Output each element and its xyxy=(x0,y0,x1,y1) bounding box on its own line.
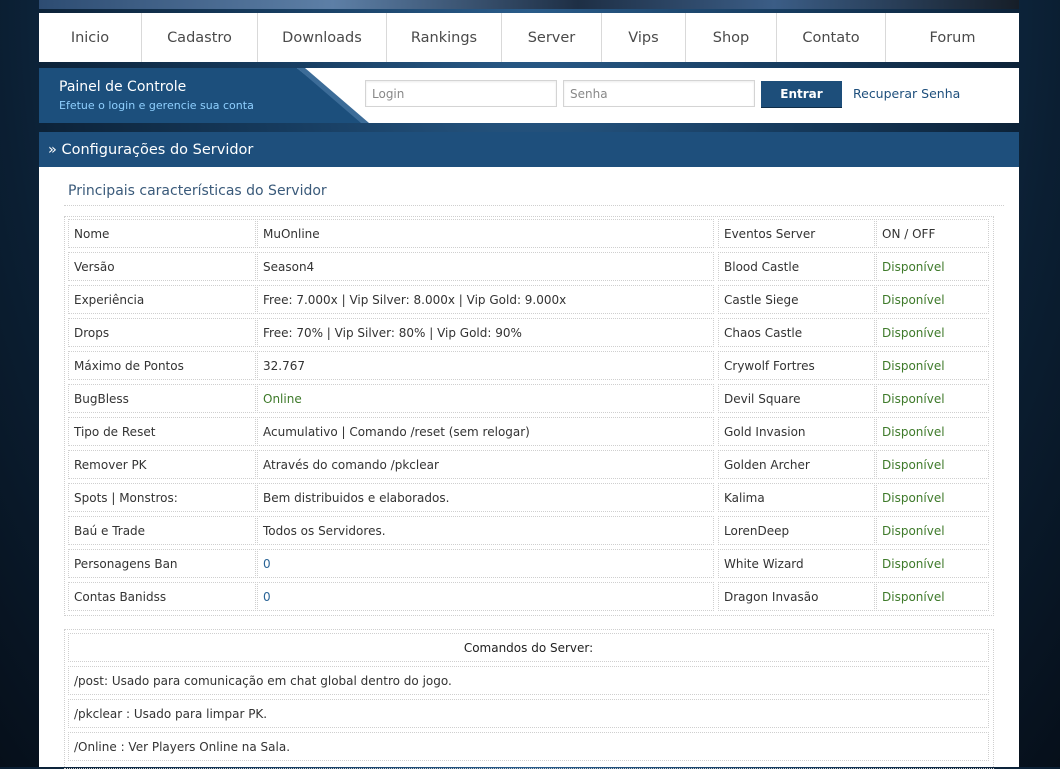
content-area: Principais características do Servidor N… xyxy=(39,167,1019,769)
event-status: ON / OFF xyxy=(876,219,989,248)
divider xyxy=(64,205,1004,206)
table-row: Drops Free: 70% | Vip Silver: 80% | Vip G… xyxy=(65,316,995,349)
server-features-title: Principais características do Servidor xyxy=(68,183,327,199)
config-value: MuOnline xyxy=(257,219,714,248)
nav-item-cadastro[interactable]: Cadastro xyxy=(142,13,258,62)
config-label: BugBless xyxy=(68,384,256,413)
nav-item-server[interactable]: Server xyxy=(502,13,602,62)
nav-item-downloads[interactable]: Downloads xyxy=(258,13,387,62)
panel-title: Painel de Controle xyxy=(59,79,187,95)
config-value: Free: 70% | Vip Silver: 80% | Vip Gold: … xyxy=(257,318,714,347)
config-value: Todos os Servidores. xyxy=(257,516,714,545)
nav-item-rankings[interactable]: Rankings xyxy=(387,13,502,62)
nav-item-contato[interactable]: Contato xyxy=(777,13,886,62)
commands-header: Comandos do Server: xyxy=(68,633,989,662)
table-row: Contas Banidss 0 Dragon Invasão Disponível xyxy=(65,580,995,613)
config-value: 32.767 xyxy=(257,351,714,380)
nav-item-shop[interactable]: Shop xyxy=(686,13,777,62)
login-input[interactable] xyxy=(365,80,557,107)
event-name: White Wizard xyxy=(718,549,875,578)
config-label: Tipo de Reset xyxy=(68,417,256,446)
config-value: 0 xyxy=(257,549,714,578)
config-value: Season4 xyxy=(257,252,714,281)
header-banner xyxy=(39,0,1019,9)
commands-table: Comandos do Server: /post: Usado para co… xyxy=(64,629,994,769)
event-status: Disponível xyxy=(876,516,989,545)
event-name: Gold Invasion xyxy=(718,417,875,446)
config-table: Nome MuOnline Eventos Server ON / OFF Versão… xyxy=(64,216,994,616)
login-button[interactable]: Entrar xyxy=(761,81,842,107)
event-status: Disponível xyxy=(876,582,989,611)
table-row: Spots | Monstros: Bem distribuidos e elab… xyxy=(65,481,995,514)
config-label: Versão xyxy=(68,252,256,281)
event-status: Disponível xyxy=(876,483,989,512)
command-row: /post: Usado para comunicação em chat gl… xyxy=(68,666,989,695)
event-status: Disponível xyxy=(876,450,989,479)
config-value: Free: 7.000x | Vip Silver: 8.000x | Vip … xyxy=(257,285,714,314)
event-status: Disponível xyxy=(876,384,989,413)
event-name: Eventos Server xyxy=(718,219,875,248)
table-row: Nome MuOnline Eventos Server ON / OFF xyxy=(65,217,995,250)
command-row: /Online : Ver Players Online na Sala. xyxy=(68,732,989,761)
config-value: 0 xyxy=(257,582,714,611)
config-label: Remover PK xyxy=(68,450,256,479)
table-row: Experiência Free: 7.000x | Vip Silver: 8.… xyxy=(65,283,995,316)
config-value: Acumulativo | Comando /reset (sem reloga… xyxy=(257,417,714,446)
command-row: /pkclear : Usado para limpar PK. xyxy=(68,699,989,728)
section-title-bar: » Configurações do Servidor xyxy=(39,132,1019,167)
table-row: BugBless Online Devil Square Disponível xyxy=(65,382,995,415)
event-name: Castle Siege xyxy=(718,285,875,314)
nav-item-inicio[interactable]: Inicio xyxy=(39,13,142,62)
config-label: Máximo de Pontos xyxy=(68,351,256,380)
password-input[interactable] xyxy=(563,80,755,107)
event-name: Dragon Invasão xyxy=(718,582,875,611)
config-label: Drops xyxy=(68,318,256,347)
config-label: Spots | Monstros: xyxy=(68,483,256,512)
panel-subtitle: Efetue o login e gerencie sua conta xyxy=(59,99,254,112)
event-status: Disponível xyxy=(876,417,989,446)
recover-password-link[interactable]: Recuperar Senha xyxy=(853,86,960,101)
nav-item-forum[interactable]: Forum xyxy=(886,13,1019,62)
config-value: Através do comando /pkclear xyxy=(257,450,714,479)
event-name: Kalima xyxy=(718,483,875,512)
main-nav: Inicio Cadastro Downloads Rankings Serve… xyxy=(39,13,1019,62)
table-row: Remover PK Através do comando /pkclear Gol… xyxy=(65,448,995,481)
table-row: Baú e Trade Todos os Servidores. LorenDeep… xyxy=(65,514,995,547)
table-row: Máximo de Pontos 32.767 Crywolf Fortres Dis… xyxy=(65,349,995,382)
event-name: Chaos Castle xyxy=(718,318,875,347)
event-status: Disponível xyxy=(876,252,989,281)
config-label: Personagens Ban xyxy=(68,549,256,578)
nav-item-vips[interactable]: Vips xyxy=(602,13,686,62)
event-status: Disponível xyxy=(876,318,989,347)
event-name: LorenDeep xyxy=(718,516,875,545)
event-name: Crywolf Fortres xyxy=(718,351,875,380)
table-row: Versão Season4 Blood Castle Disponível xyxy=(65,250,995,283)
event-name: Blood Castle xyxy=(718,252,875,281)
event-name: Devil Square xyxy=(718,384,875,413)
event-status: Disponível xyxy=(876,285,989,314)
login-panel: Painel de Controle Efetue o login e gere… xyxy=(39,68,1019,123)
config-label: Nome xyxy=(68,219,256,248)
event-name: Golden Archer xyxy=(718,450,875,479)
config-label: Experiência xyxy=(68,285,256,314)
event-status: Disponível xyxy=(876,549,989,578)
config-label: Baú e Trade xyxy=(68,516,256,545)
config-value: Bem distribuidos e elaborados. xyxy=(257,483,714,512)
config-label: Contas Banidss xyxy=(68,582,256,611)
config-value: Online xyxy=(257,384,714,413)
table-row: Tipo de Reset Acumulativo | Comando /rese… xyxy=(65,415,995,448)
event-status: Disponível xyxy=(876,351,989,380)
table-row: Personagens Ban 0 White Wizard Disponível xyxy=(65,547,995,580)
control-panel-header xyxy=(39,68,364,123)
